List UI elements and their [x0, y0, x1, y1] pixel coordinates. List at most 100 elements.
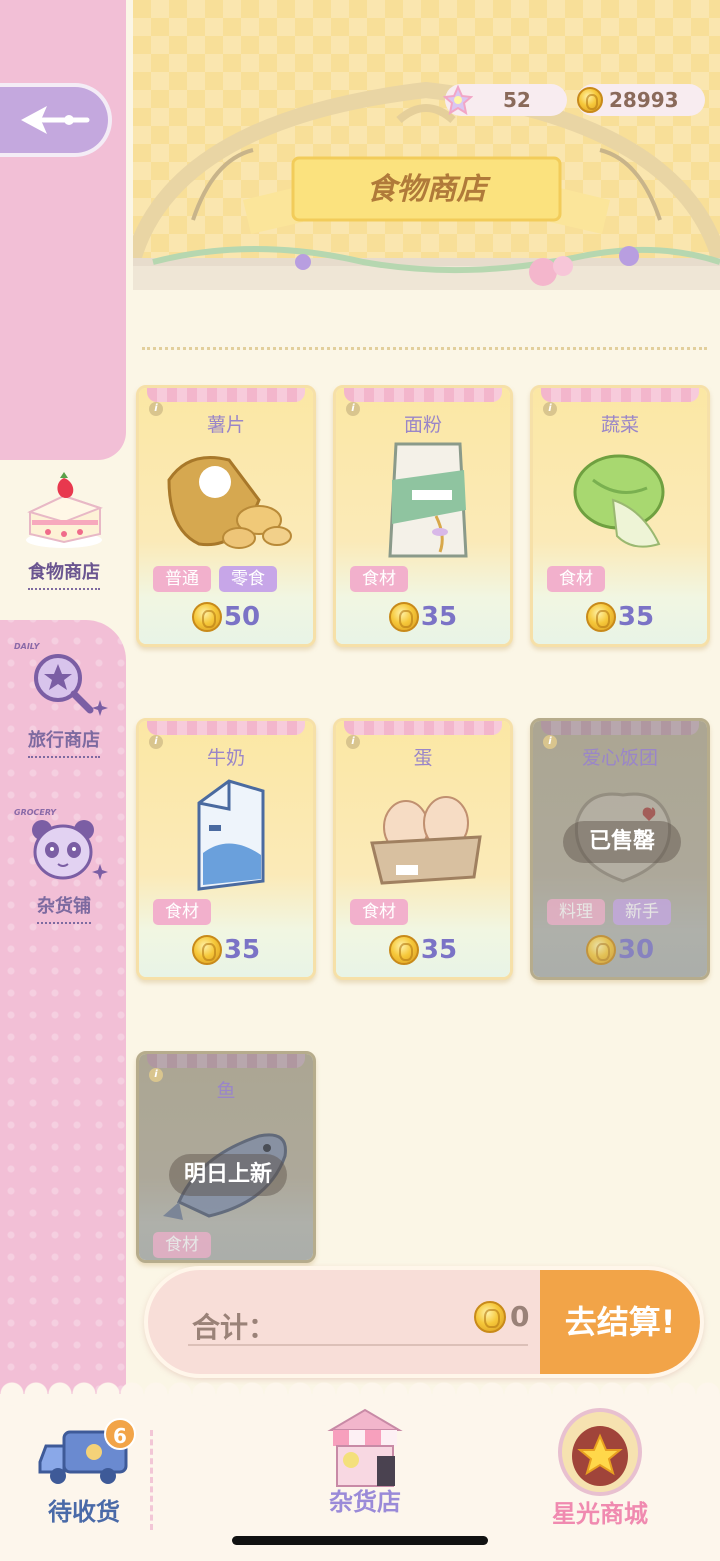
coin-icon [474, 1300, 506, 1333]
product-card-egg[interactable]: i 蛋 食材 35 [333, 718, 513, 980]
divider [142, 347, 707, 350]
price-value: 35 [223, 935, 261, 965]
tag: 料理 [547, 899, 605, 925]
tag: 食材 [153, 899, 211, 925]
price-value: 35 [617, 602, 655, 632]
product-card-vegetable[interactable]: i 蔬菜 食材 35 [530, 385, 710, 647]
price-value: 35 [420, 602, 458, 632]
home-indicator[interactable] [232, 1536, 488, 1545]
star-count: 52 [503, 88, 531, 112]
egg-carton-icon [370, 796, 482, 885]
coin-icon [577, 87, 603, 113]
milk-carton-icon [197, 779, 265, 891]
chips-bag-icon [167, 456, 292, 549]
product-price: 35 [336, 935, 510, 965]
coin-icon [585, 602, 616, 632]
coin-currency[interactable]: 28993 [577, 84, 705, 116]
total-value: 0 [510, 1300, 530, 1333]
price-value: 50 [223, 602, 261, 632]
back-button[interactable] [0, 83, 112, 157]
tag: 食材 [153, 1232, 211, 1258]
coin-icon [388, 602, 419, 632]
panda-icon [32, 820, 108, 880]
product-price: 35 [336, 602, 510, 632]
sold-out-label: 已售罄 [563, 821, 681, 863]
ribbon-decoration [147, 388, 305, 402]
coming-tomorrow-label: 明日上新 [169, 1154, 287, 1196]
ribbon-decoration [147, 721, 305, 735]
shop-title: 食物商店 [366, 172, 487, 207]
tag-list: 食材 [547, 566, 605, 592]
product-name: 蛋 [413, 747, 433, 769]
sidebar-item-label: 食物商店 [28, 558, 100, 590]
product-card-flour[interactable]: i 面粉 食材 35 [333, 385, 513, 647]
coin-icon [585, 935, 616, 965]
nav-grocery[interactable]: 杂货店 [310, 1400, 420, 1517]
product-card-fish[interactable]: i 鱼 明日上新 食材 [136, 1051, 316, 1263]
sidebar-item-travel-shop[interactable]: DAILY 旅行商店 [8, 642, 120, 758]
tag: 普通 [153, 566, 211, 592]
product-card-chips[interactable]: i 薯片 普通 零食 50 [136, 385, 316, 647]
product-card-milk[interactable]: i 牛奶 食材 35 [136, 718, 316, 980]
price-value: 35 [420, 935, 458, 965]
tag: 新手 [613, 899, 671, 925]
banner-decoration [133, 81, 720, 290]
ribbon-decoration [344, 388, 502, 402]
product-name: 爱心饭团 [581, 747, 658, 769]
coin-icon [388, 935, 419, 965]
tag-list: 普通 零食 [153, 566, 277, 592]
back-arrow-icon [21, 106, 90, 134]
product-price: 50 [139, 602, 313, 632]
product-name: 鱼 [216, 1080, 236, 1102]
total-underline [188, 1344, 528, 1346]
nav-starlight-mall[interactable]: 星光商城 [540, 1404, 660, 1529]
ribbon-decoration [147, 1054, 305, 1068]
total-amount: 0 [474, 1300, 529, 1333]
checkout-button[interactable]: 去结算! [540, 1270, 700, 1374]
tag-list: 食材 [350, 899, 408, 925]
ribbon-decoration [541, 388, 699, 402]
product-price: 35 [533, 602, 707, 632]
sidebar-item-food-shop[interactable]: 食物商店 [8, 468, 120, 590]
rainbow-star-icon [443, 85, 473, 115]
tag: 食材 [547, 566, 605, 592]
sidebar-item-label: 旅行商店 [28, 726, 100, 758]
tag-list: 食材 [153, 1232, 211, 1258]
nav-separator [150, 1430, 153, 1530]
tag-list: 食材 [350, 566, 408, 592]
daily-tag: DAILY [14, 642, 40, 651]
checkout-bar: 合计： 0 去结算! [144, 1266, 704, 1378]
grocery-tag: GROCERY [14, 808, 57, 817]
flour-bag-icon [388, 442, 468, 558]
price-value: 30 [617, 935, 655, 965]
product-name: 薯片 [206, 414, 245, 436]
tag: 食材 [350, 566, 408, 592]
cake-icon [26, 472, 103, 548]
coin-icon [191, 602, 222, 632]
ribbon-decoration [541, 721, 699, 735]
nav-label: 星光商城 [552, 1500, 648, 1528]
magnifier-star-icon [34, 654, 108, 716]
sidebar-item-grocery[interactable]: GROCERY 杂货铺 [8, 808, 120, 924]
ribbon-decoration [344, 721, 502, 735]
product-price: 30 [533, 935, 707, 965]
nav-pending-delivery[interactable]: 6 待收货 [28, 1418, 140, 1527]
sidebar: 食物商店 DAILY 旅行商店 GROCERY 杂货铺 [0, 0, 126, 1400]
product-name: 蔬菜 [600, 414, 639, 436]
starlight-badge-icon [558, 1408, 642, 1496]
tag-list: 食材 [153, 899, 211, 925]
product-name: 面粉 [403, 414, 442, 436]
pending-count-badge: 6 [104, 1418, 136, 1450]
product-price: 35 [139, 935, 313, 965]
cabbage-icon [573, 454, 665, 548]
tag-list: 料理 新手 [547, 899, 671, 925]
product-card-love-rice-ball[interactable]: i 爱心饭团 已售罄 料理 新手 30 [530, 718, 710, 980]
total-label: 合计： [192, 1311, 277, 1344]
sidebar-top-panel [0, 0, 126, 460]
coin-icon [191, 935, 222, 965]
coin-count: 28993 [609, 88, 679, 112]
tag: 零食 [219, 566, 277, 592]
nav-label: 待收货 [48, 1498, 120, 1526]
shop-banner: 食物商店 52 28993 [133, 0, 720, 290]
star-currency[interactable]: 52 [443, 84, 567, 116]
